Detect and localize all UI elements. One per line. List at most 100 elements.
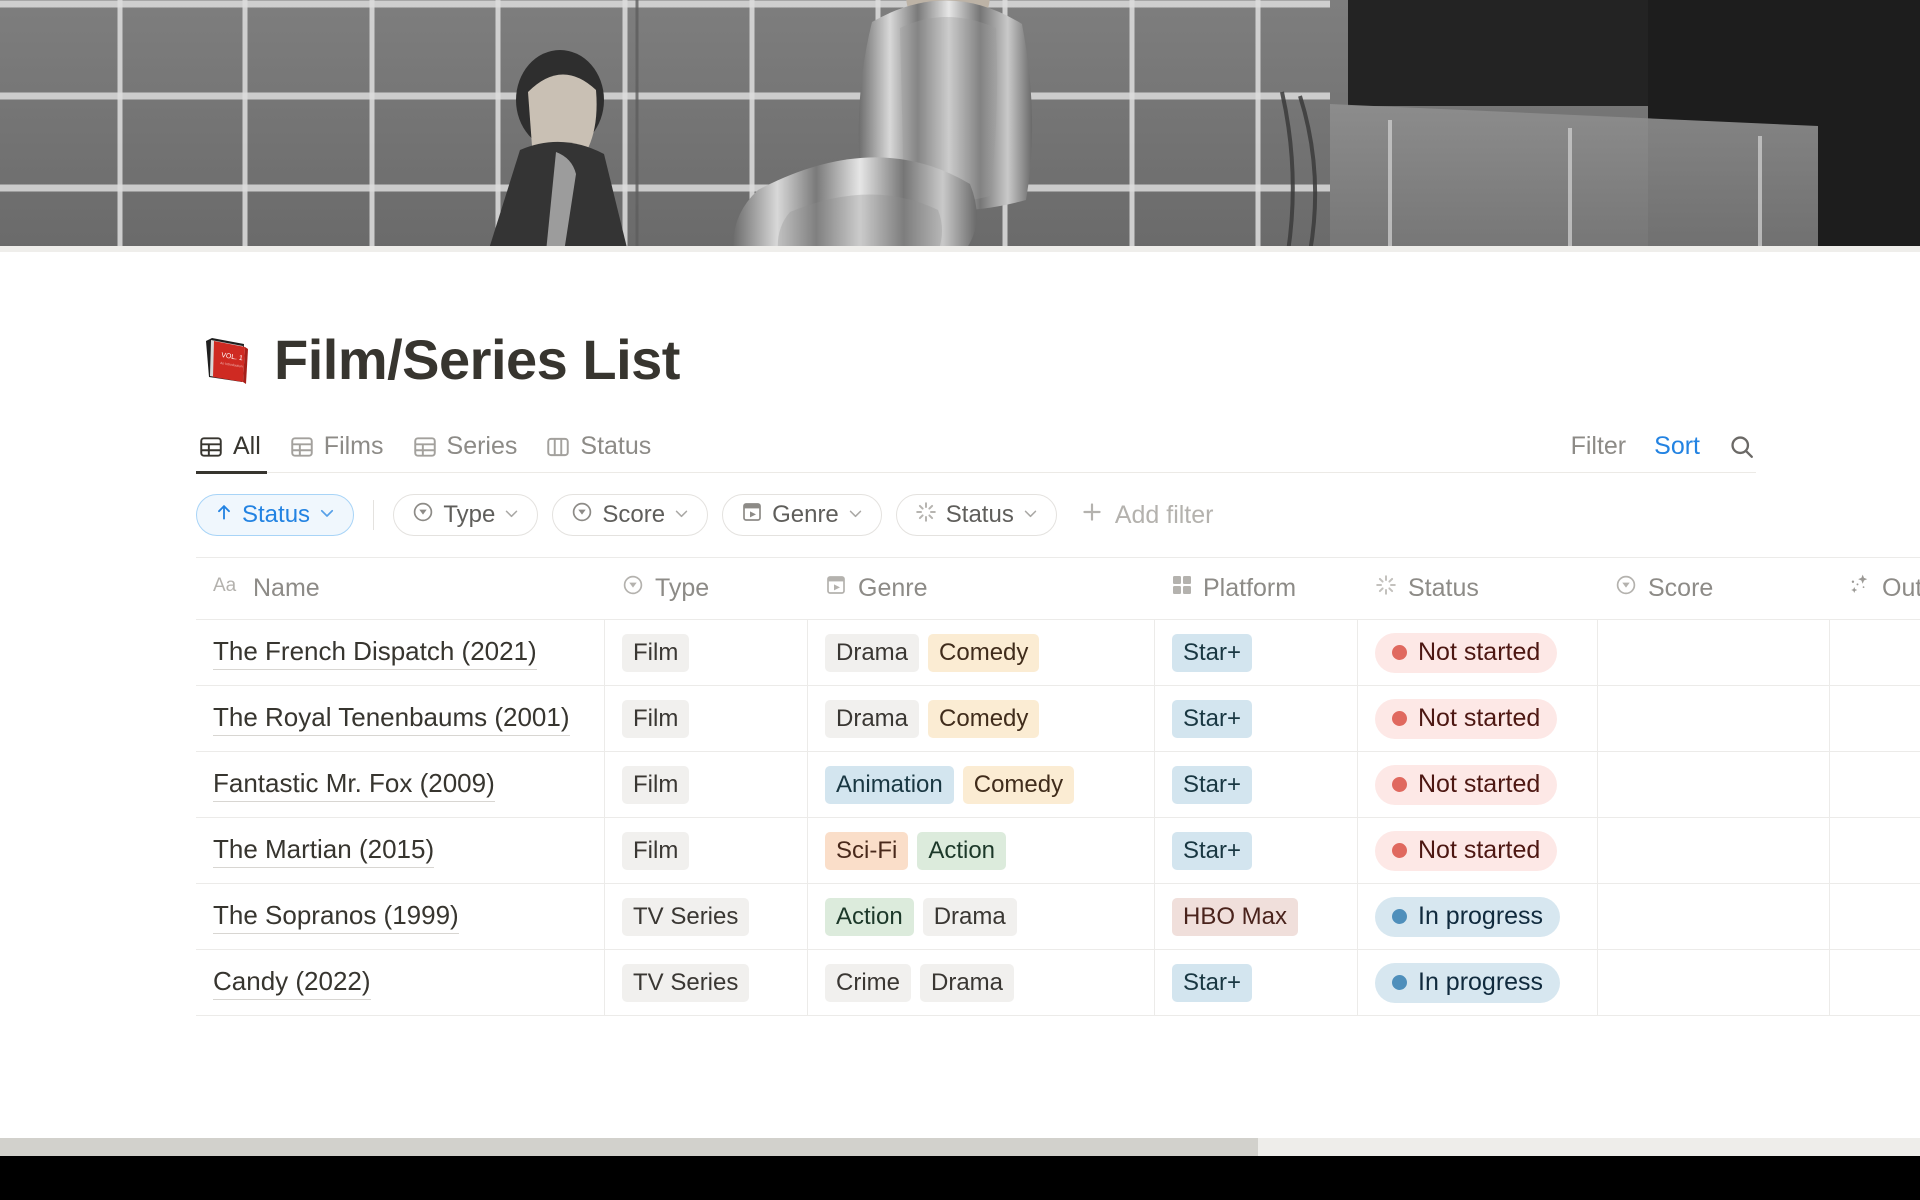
cell-platform[interactable]: Star+	[1154, 818, 1357, 883]
filter-chip-type[interactable]: Type	[393, 494, 539, 536]
tab-series[interactable]: Series	[398, 432, 532, 472]
filter-chip-status[interactable]: Status	[895, 494, 1057, 536]
column-header-genre-label: Genre	[858, 574, 928, 602]
row-title-link[interactable]: The Royal Tenenbaums (2001)	[213, 702, 570, 736]
table-row[interactable]: The Sopranos (1999) TV Series Action Dra…	[196, 884, 1920, 950]
database-table: Aa Name Type Genre Platform Status Score…	[196, 557, 1920, 1016]
cell-type[interactable]: Film	[604, 752, 807, 817]
cell-output[interactable]	[1829, 818, 1920, 883]
cell-score[interactable]	[1597, 620, 1829, 685]
cell-genre[interactable]: Drama Comedy	[807, 686, 1154, 751]
cell-status[interactable]: Not started	[1357, 620, 1597, 685]
column-header-name-label: Name	[253, 574, 320, 602]
cell-type[interactable]: TV Series	[604, 950, 807, 1015]
genre-tag: Comedy	[962, 765, 1075, 804]
cell-type[interactable]: Film	[604, 686, 807, 751]
row-title-link[interactable]: Candy (2022)	[213, 966, 371, 1000]
filter-button[interactable]: Filter	[1571, 432, 1627, 461]
cell-type[interactable]: TV Series	[604, 884, 807, 949]
cell-status[interactable]: Not started	[1357, 752, 1597, 817]
filter-chip-genre[interactable]: Genre	[722, 494, 882, 536]
platform-tag: HBO Max	[1172, 897, 1299, 936]
table-row[interactable]: The Royal Tenenbaums (2001) Film Drama C…	[196, 686, 1920, 752]
row-title-link[interactable]: Fantastic Mr. Fox (2009)	[213, 768, 495, 802]
cell-genre[interactable]: Animation Comedy	[807, 752, 1154, 817]
cell-platform[interactable]: Star+	[1154, 620, 1357, 685]
type-tag: TV Series	[622, 897, 750, 936]
cell-output[interactable]	[1829, 752, 1920, 817]
cell-platform[interactable]: Star+	[1154, 686, 1357, 751]
tab-all-label: All	[233, 432, 261, 460]
table-row[interactable]: Candy (2022) TV Series Crime Drama Star+	[196, 950, 1920, 1016]
column-header-genre[interactable]: Genre	[807, 558, 1154, 619]
status-label: In progress	[1418, 968, 1544, 996]
cell-score[interactable]	[1597, 686, 1829, 751]
cell-output[interactable]	[1829, 884, 1920, 949]
table-row[interactable]: The French Dispatch (2021) Film Drama Co…	[196, 620, 1920, 686]
tab-films[interactable]: Films	[275, 432, 398, 472]
cell-score[interactable]	[1597, 752, 1829, 817]
column-header-name[interactable]: Aa Name	[196, 558, 604, 619]
bottom-letterbox-band	[0, 1156, 1920, 1200]
table-row[interactable]: Fantastic Mr. Fox (2009) Film Animation …	[196, 752, 1920, 818]
cell-status[interactable]: In progress	[1357, 950, 1597, 1015]
cell-genre[interactable]: Drama Comedy	[807, 620, 1154, 685]
cell-genre[interactable]: Crime Drama	[807, 950, 1154, 1015]
tab-status[interactable]: Status	[531, 432, 665, 472]
cell-type[interactable]: Film	[604, 620, 807, 685]
row-title-link[interactable]: The Sopranos (1999)	[213, 900, 459, 934]
horizontal-scrollbar-thumb[interactable]	[0, 1138, 1258, 1156]
status-label: Not started	[1418, 638, 1541, 666]
cell-name[interactable]: Fantastic Mr. Fox (2009)	[196, 752, 604, 817]
filter-chip-score-label: Score	[602, 501, 666, 528]
type-tag: Film	[622, 765, 690, 804]
search-icon[interactable]	[1728, 433, 1756, 461]
cell-platform[interactable]: Star+	[1154, 752, 1357, 817]
cell-genre[interactable]: Action Drama	[807, 884, 1154, 949]
view-tools: Filter Sort	[1571, 432, 1756, 472]
cell-platform[interactable]: HBO Max	[1154, 884, 1357, 949]
table-row[interactable]: The Martian (2015) Film Sci-Fi Action St…	[196, 818, 1920, 884]
column-header-output[interactable]: Out	[1829, 558, 1920, 619]
tab-all[interactable]: All	[196, 432, 275, 474]
column-header-score[interactable]: Score	[1597, 558, 1829, 619]
cell-status[interactable]: Not started	[1357, 686, 1597, 751]
cell-score[interactable]	[1597, 818, 1829, 883]
type-tag: Film	[622, 699, 690, 738]
cell-name[interactable]: The Martian (2015)	[196, 818, 604, 883]
cell-output[interactable]	[1829, 620, 1920, 685]
cell-name[interactable]: Candy (2022)	[196, 950, 604, 1015]
cell-status[interactable]: In progress	[1357, 884, 1597, 949]
cell-type[interactable]: Film	[604, 818, 807, 883]
sort-button[interactable]: Sort	[1654, 432, 1700, 461]
sort-chip-status[interactable]: Status	[196, 494, 355, 536]
select-icon	[621, 573, 645, 604]
closed-book-emoji: VOL. 1 An Introduction	[196, 332, 252, 388]
page-title: Film/Series List	[274, 328, 680, 391]
cell-name[interactable]: The Sopranos (1999)	[196, 884, 604, 949]
column-header-status-label: Status	[1408, 574, 1479, 602]
cell-status[interactable]: Not started	[1357, 818, 1597, 883]
add-filter-button[interactable]: Add filter	[1079, 499, 1214, 532]
row-title-link[interactable]: The Martian (2015)	[213, 834, 435, 868]
cell-genre[interactable]: Sci-Fi Action	[807, 818, 1154, 883]
filter-chip-score[interactable]: Score	[552, 494, 709, 536]
cell-output[interactable]	[1829, 950, 1920, 1015]
row-title-link[interactable]: The French Dispatch (2021)	[213, 636, 537, 670]
cell-platform[interactable]: Star+	[1154, 950, 1357, 1015]
cell-output[interactable]	[1829, 686, 1920, 751]
column-header-type[interactable]: Type	[604, 558, 807, 619]
horizontal-scrollbar-track[interactable]	[0, 1138, 1920, 1156]
status-label: In progress	[1418, 902, 1544, 930]
cell-name[interactable]: The Royal Tenenbaums (2001)	[196, 686, 604, 751]
column-header-status[interactable]: Status	[1357, 558, 1597, 619]
spinner-icon	[914, 500, 938, 531]
column-header-platform[interactable]: Platform	[1154, 558, 1357, 619]
clapper-icon	[740, 500, 764, 531]
type-tag: Film	[622, 831, 690, 870]
page-content: VOL. 1 An Introduction Film/Series List	[0, 252, 1920, 1200]
cell-name[interactable]: The French Dispatch (2021)	[196, 620, 604, 685]
cell-score[interactable]	[1597, 950, 1829, 1015]
chevron-down-icon	[1022, 501, 1039, 529]
cell-score[interactable]	[1597, 884, 1829, 949]
